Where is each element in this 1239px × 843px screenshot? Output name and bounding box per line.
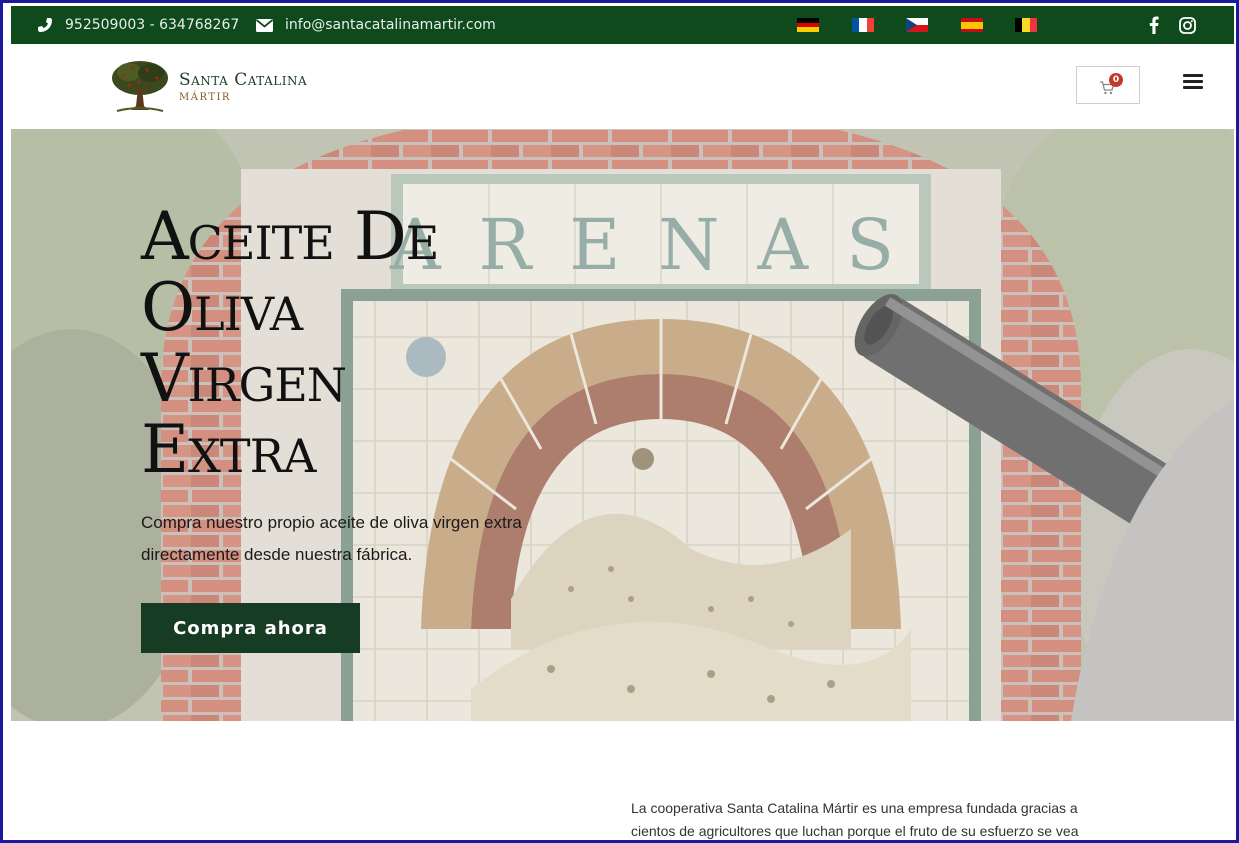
top-bar: 952509003 - 634768267 info@santacatalina… [11,6,1234,44]
email-address: info@santacatalinamartir.com [285,17,496,33]
site-header: Santa Catalina MÁRTIR 0 [11,44,1234,129]
flag-belgian-icon[interactable] [1015,18,1037,32]
logo-title: Santa Catalina [179,70,308,90]
phone-contact[interactable]: 952509003 - 634768267 [37,6,239,44]
site-logo[interactable]: Santa Catalina MÁRTIR [109,58,349,114]
olive-tree-logo-icon [112,61,168,112]
flag-french-icon[interactable] [852,18,874,32]
cart-count-badge: 0 [1109,73,1123,87]
flag-czech-icon[interactable] [906,18,928,32]
hero-title: Aceite De Oliva Virgen Extra [141,198,439,488]
buy-now-button[interactable]: Compra ahora [141,603,360,653]
hamburger-menu-icon[interactable] [1183,74,1203,94]
cart-button[interactable]: 0 [1076,66,1140,104]
instagram-icon[interactable] [1177,15,1197,35]
page-frame: 952509003 - 634768267 info@santacatalina… [0,0,1239,843]
logo-subtitle: MÁRTIR [179,92,231,103]
flag-german-icon[interactable] [797,18,819,33]
hero-banner: ARENAS Aceite De Oliva Virgen Extra Comp… [11,129,1234,721]
about-text: La cooperativa Santa Catalina Mártir es … [631,800,1079,839]
hero-description: Compra nuestro propio aceite de oliva vi… [141,513,522,564]
facebook-icon[interactable] [1144,15,1164,35]
phone-icon [37,17,53,33]
flag-spanish-icon[interactable] [961,18,983,32]
envelope-icon [256,18,273,32]
email-contact[interactable]: info@santacatalinamartir.com [256,6,496,44]
phone-number: 952509003 - 634768267 [65,17,240,33]
